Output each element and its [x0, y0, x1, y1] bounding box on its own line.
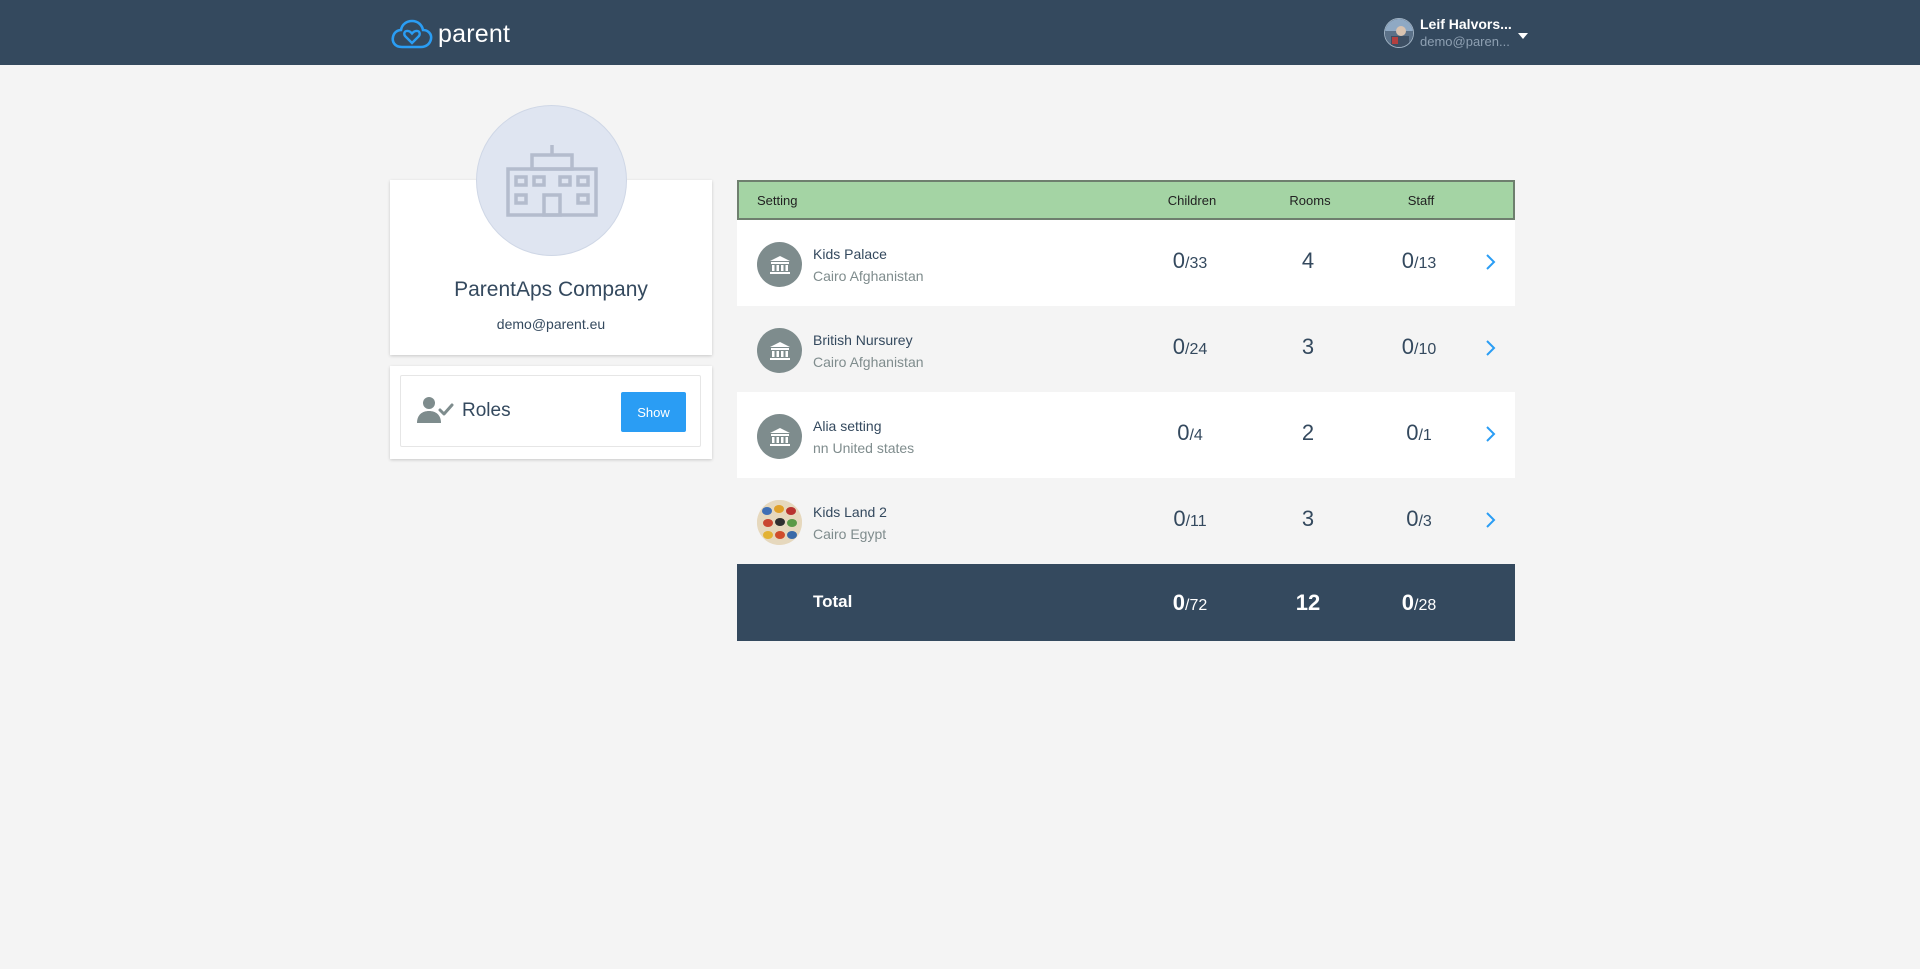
user-menu[interactable]: Leif Halvors... demo@paren... — [1384, 14, 1528, 52]
brand-logo[interactable]: parent — [390, 17, 510, 51]
roles-title: Roles — [462, 400, 511, 421]
user-check-icon — [417, 397, 454, 423]
total-label: Total — [813, 592, 853, 611]
children-count: 0/11 — [1173, 506, 1207, 531]
column-header-staff[interactable]: Staff — [1381, 193, 1461, 208]
column-header-setting[interactable]: Setting — [757, 193, 797, 208]
table-row[interactable]: Kids Palace Cairo Afghanistan 0/33 4 0/1… — [737, 220, 1515, 306]
setting-location: Cairo Afghanistan — [813, 268, 924, 284]
user-avatar — [1384, 18, 1414, 48]
company-avatar — [476, 105, 627, 256]
setting-name: Kids Land 2 — [813, 504, 887, 520]
user-email: demo@paren... — [1420, 33, 1510, 49]
rooms-count: 3 — [1301, 506, 1315, 531]
chevron-right-icon[interactable] — [1484, 338, 1498, 358]
rooms-count: 2 — [1301, 420, 1315, 445]
staff-count: 0/13 — [1401, 248, 1437, 273]
show-roles-button[interactable]: Show — [621, 392, 686, 432]
rooms-count: 3 — [1301, 334, 1315, 359]
company-email: demo@parent.eu — [496, 316, 606, 332]
user-name: Leif Halvors... — [1420, 16, 1512, 33]
roles-card: Roles Show — [390, 366, 712, 459]
staff-count: 0/10 — [1401, 334, 1437, 359]
staff-count: 0/1 — [1406, 420, 1432, 445]
chevron-right-icon[interactable] — [1484, 510, 1498, 530]
table-total-row: Total 0/72 12 0/28 — [737, 564, 1515, 641]
total-staff: 0/28 — [1401, 590, 1437, 615]
total-children: 0/72 — [1172, 590, 1208, 615]
children-count: 0/24 — [1172, 334, 1208, 359]
staff-count: 0/3 — [1406, 506, 1432, 531]
setting-name: Kids Palace — [813, 246, 887, 262]
cloud-heart-icon — [391, 19, 433, 49]
building-icon — [505, 144, 598, 217]
setting-name: British Nursurey — [813, 332, 913, 348]
butterflies-photo — [757, 500, 802, 545]
settings-table: Setting Children Rooms Staff Kids Palace… — [737, 180, 1515, 641]
table-row[interactable]: British Nursurey Cairo Afghanistan 0/24 … — [737, 306, 1515, 392]
institution-icon — [757, 328, 802, 373]
caret-down-icon[interactable] — [1517, 33, 1528, 39]
roles-panel: Roles Show — [400, 375, 701, 447]
brand-name: parent — [438, 19, 511, 48]
setting-location: nn United states — [813, 440, 915, 456]
setting-location: Cairo Egypt — [813, 526, 887, 542]
table-row[interactable]: Kids Land 2 Cairo Egypt 0/11 3 0/3 — [737, 478, 1515, 564]
table-row[interactable]: Alia setting nn United states 0/4 2 0/1 — [737, 392, 1515, 478]
rooms-count: 4 — [1301, 248, 1315, 273]
column-header-rooms[interactable]: Rooms — [1270, 193, 1350, 208]
total-rooms: 12 — [1295, 590, 1321, 615]
top-navigation-bar: parent Leif Halvors... demo@paren... — [0, 0, 1920, 65]
chevron-right-icon[interactable] — [1484, 252, 1498, 272]
institution-icon — [757, 414, 802, 459]
company-name: ParentAps Company — [454, 278, 648, 301]
setting-location: Cairo Afghanistan — [813, 354, 924, 370]
setting-name: Alia setting — [813, 418, 882, 434]
column-header-children[interactable]: Children — [1152, 193, 1232, 208]
children-count: 0/33 — [1172, 248, 1208, 273]
table-header: Setting Children Rooms Staff — [737, 180, 1515, 220]
children-count: 0/4 — [1177, 420, 1203, 445]
institution-icon — [757, 242, 802, 287]
chevron-right-icon[interactable] — [1484, 424, 1498, 444]
user-photo — [1385, 19, 1413, 47]
